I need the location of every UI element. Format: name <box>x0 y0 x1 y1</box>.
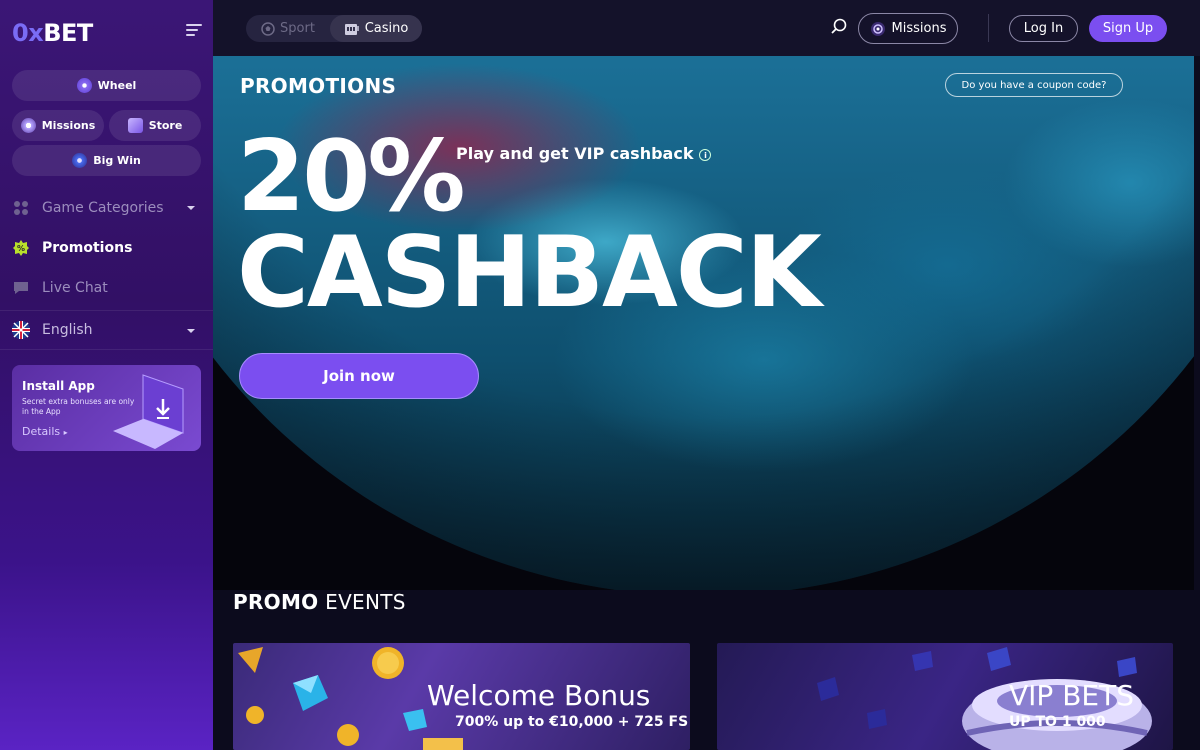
join-now-button[interactable]: Join now <box>239 353 479 399</box>
promo-badge-icon: % <box>12 239 30 257</box>
soccer-ball-icon <box>261 21 275 36</box>
big-win-label: Big Win <box>93 154 141 167</box>
logo-suffix: BET <box>43 19 93 47</box>
search-icon[interactable] <box>830 18 848 36</box>
vip-tagline: Play and get VIP cashback i <box>456 144 712 163</box>
vip-tagline-text: Play and get VIP cashback <box>456 144 694 163</box>
vip-bets-card[interactable]: VIP BETS UP TO 1 000 <box>717 643 1173 750</box>
card-subtitle: UP TO 1 000 <box>1009 714 1106 730</box>
store-label: Store <box>148 119 183 132</box>
signup-button[interactable]: Sign Up <box>1089 15 1167 42</box>
product-tabs: Sport Casino <box>246 15 422 42</box>
missions-label: Missions <box>41 119 96 132</box>
laptop-download-icon <box>113 374 184 449</box>
tab-label: Sport <box>280 21 315 36</box>
chevron-down-icon <box>187 329 195 333</box>
sidebar: 0xBET Wheel Missions Store Big Win Game … <box>0 0 213 750</box>
card-subtitle: 700% up to €10,000 + 725 FS <box>455 714 689 730</box>
brand-logo[interactable]: 0xBET <box>12 19 93 47</box>
sidebar-item-game-categories[interactable]: Game Categories <box>0 188 213 228</box>
login-button[interactable]: Log In <box>1009 15 1078 42</box>
sidebar-item-label: Live Chat <box>42 280 108 296</box>
info-icon[interactable]: i <box>699 148 712 161</box>
promo-events-rest: EVENTS <box>318 590 406 614</box>
wheel-label: Wheel <box>97 79 137 92</box>
uk-flag-icon <box>12 321 30 339</box>
big-win-icon <box>72 153 88 168</box>
install-app-title: Install App <box>22 379 95 393</box>
chat-bubble-icon <box>12 279 30 297</box>
promo-events-bold: PROMO <box>233 590 319 614</box>
chevron-right-icon: ▸ <box>63 428 68 437</box>
promo-events-heading: PROMO EVENTS <box>233 590 406 614</box>
missions-button[interactable]: Missions <box>12 110 104 141</box>
slot-machine-icon <box>344 23 359 35</box>
coupon-code-button[interactable]: Do you have a coupon code? <box>945 73 1123 97</box>
language-selector[interactable]: English <box>0 310 213 350</box>
card-title: VIP BETS <box>1009 679 1134 712</box>
language-label: English <box>42 322 93 338</box>
top-bar: Sport Casino Missions Log In Sign Up <box>213 0 1200 56</box>
cashback-percent: 20% <box>237 120 466 234</box>
missions-icon <box>20 118 36 133</box>
tab-label: Casino <box>364 21 409 36</box>
missions-icon <box>870 21 885 36</box>
header-divider <box>988 14 989 42</box>
wheel-button[interactable]: Wheel <box>12 70 201 101</box>
promotions-hero: PROMOTIONS Do you have a coupon code? 20… <box>213 56 1194 590</box>
store-button[interactable]: Store <box>109 110 201 141</box>
grid-icon <box>12 199 30 217</box>
sidebar-item-live-chat[interactable]: Live Chat <box>0 268 213 308</box>
wheel-icon <box>76 78 92 93</box>
card-title: Welcome Bonus <box>427 679 651 712</box>
install-app-card[interactable]: Install App Secret extra bonuses are onl… <box>12 365 201 451</box>
tab-sport[interactable]: Sport <box>246 15 330 42</box>
app-root: 0xBET Wheel Missions Store Big Win Game … <box>0 0 1200 750</box>
big-win-button[interactable]: Big Win <box>12 145 201 176</box>
details-label: Details <box>22 425 61 438</box>
tab-casino[interactable]: Casino <box>330 15 422 42</box>
sidebar-item-promotions[interactable]: % Promotions <box>0 228 213 268</box>
sidebar-item-label: Promotions <box>42 240 133 256</box>
install-details-link[interactable]: Details ▸ <box>22 425 68 438</box>
menu-toggle-icon[interactable] <box>186 24 202 39</box>
sidebar-item-label: Game Categories <box>42 200 164 216</box>
svg-text:%: % <box>17 244 25 253</box>
page-title: PROMOTIONS <box>240 74 397 98</box>
store-icon <box>127 118 143 133</box>
missions-header-button[interactable]: Missions <box>858 13 958 44</box>
missions-header-label: Missions <box>891 21 947 36</box>
chevron-down-icon <box>187 206 195 210</box>
logo-prefix: 0x <box>12 19 44 47</box>
welcome-bonus-card[interactable]: Welcome Bonus 700% up to €10,000 + 725 F… <box>233 643 690 750</box>
cashback-headline: CASHBACK <box>237 216 822 330</box>
